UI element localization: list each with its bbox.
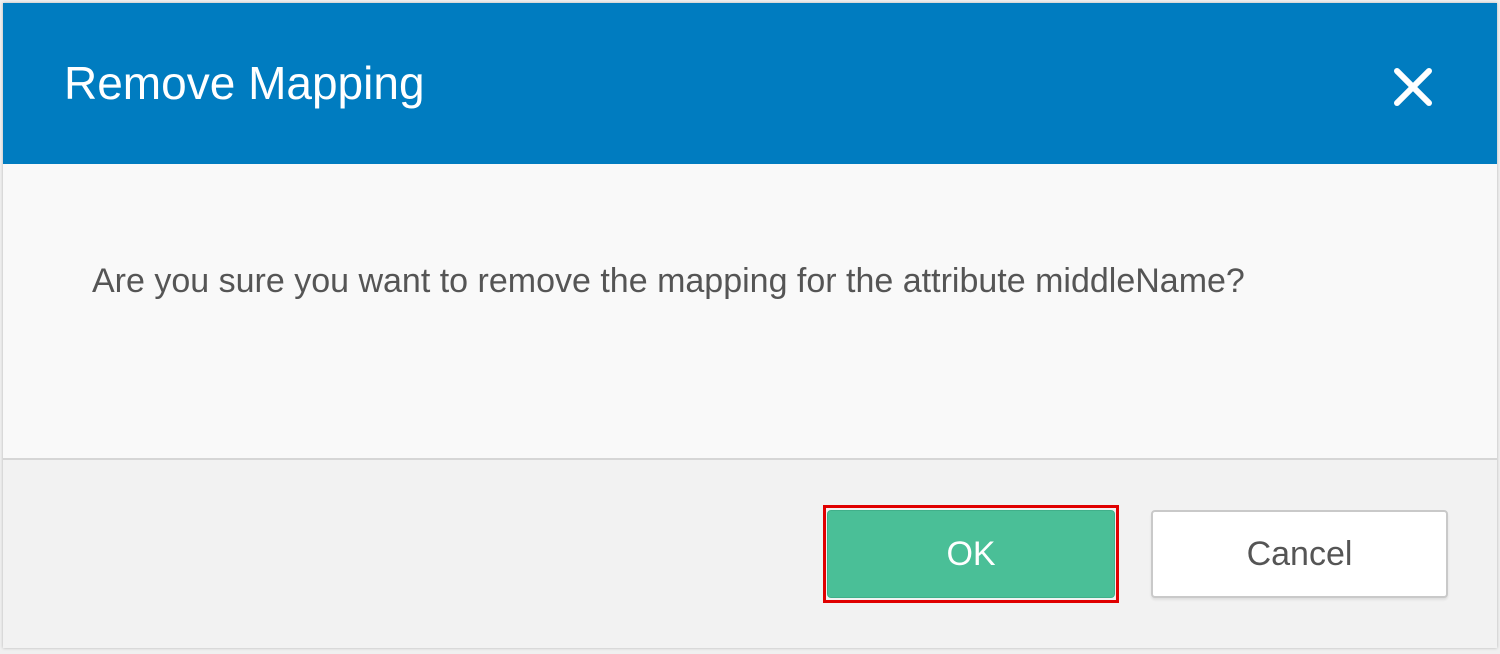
cancel-button[interactable]: Cancel bbox=[1151, 510, 1448, 598]
dialog-body: Are you sure you want to remove the mapp… bbox=[3, 164, 1497, 458]
remove-mapping-dialog: Remove Mapping Are you sure you want to … bbox=[3, 3, 1497, 648]
close-button[interactable] bbox=[1381, 55, 1445, 119]
dialog-footer: OK Cancel bbox=[3, 458, 1497, 648]
dialog-header: Remove Mapping bbox=[3, 3, 1497, 164]
dialog-title: Remove Mapping bbox=[64, 57, 425, 109]
confirmation-message: Are you sure you want to remove the mapp… bbox=[92, 262, 1245, 300]
ok-button[interactable]: OK bbox=[827, 510, 1115, 598]
close-icon bbox=[1394, 68, 1432, 106]
